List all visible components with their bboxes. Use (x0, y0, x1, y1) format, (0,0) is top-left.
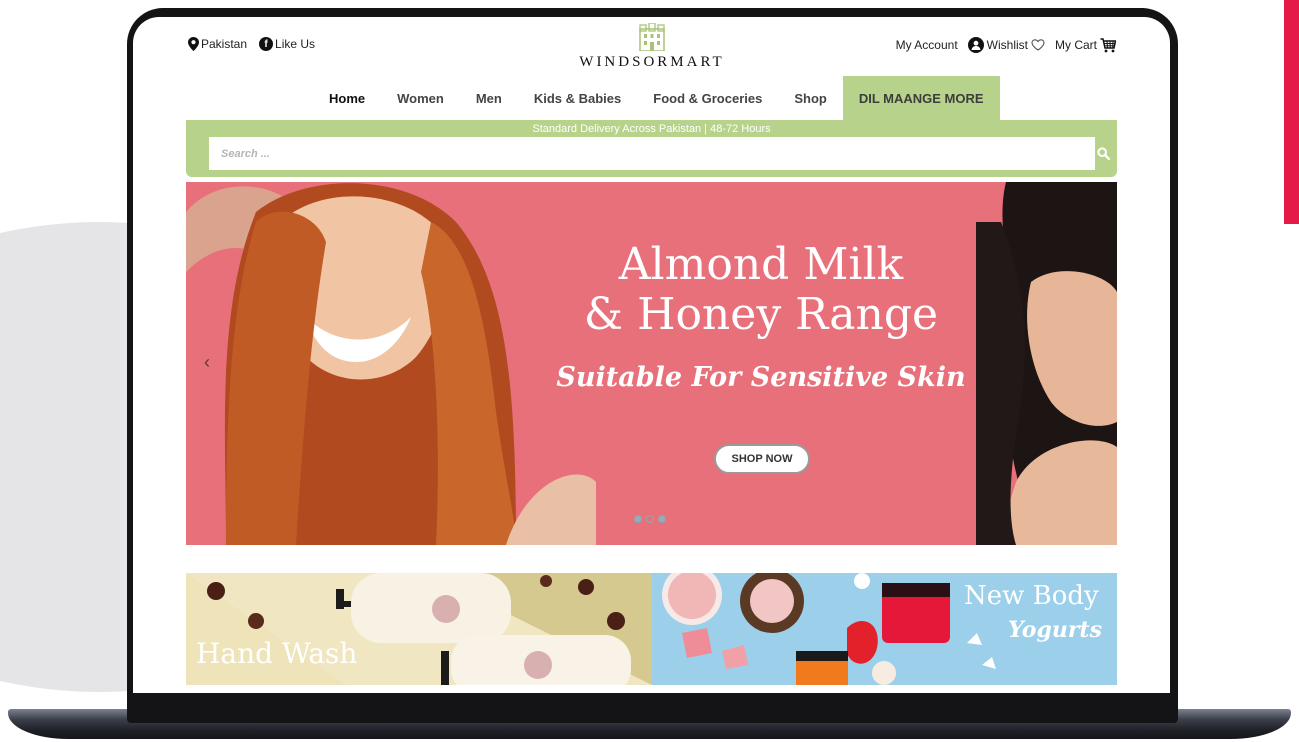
nav-item-home[interactable]: Home (313, 76, 381, 120)
hero-carousel[interactable]: ‹ Almond Milk & Honey Range Suitable For… (186, 182, 1117, 545)
topbar-left: Pakistan f Like Us (188, 37, 315, 51)
nav-item-dil-maange-more[interactable]: DIL MAANGE MORE (842, 76, 1000, 120)
nav-item-kids-babies[interactable]: Kids & Babies (518, 76, 637, 120)
body-yogurt-title: New Body (964, 581, 1099, 611)
search-input[interactable] (209, 137, 1095, 170)
user-icon (967, 37, 984, 53)
promo-body-yogurts[interactable]: New Body Yogurts (652, 573, 1117, 685)
hand-wash-label: Hand Wash (196, 637, 358, 670)
page-canvas: Pakistan f Like Us WINDSORMART My Accoun… (0, 0, 1299, 742)
hero-subtitle: Suitable For Sensitive Skin (556, 362, 966, 393)
site-logo[interactable]: WINDSORMART (562, 23, 742, 71)
carousel-dot-2[interactable] (646, 515, 654, 523)
facebook-icon: f (259, 37, 274, 51)
map-pin-icon (188, 37, 199, 51)
cart-label: My Cart (1055, 38, 1097, 52)
body-yogurt-subtitle: Yogurts (1008, 617, 1102, 643)
wishlist-link[interactable]: Wishlist (967, 37, 1045, 53)
cart-link[interactable]: My Cart (1055, 37, 1116, 53)
carousel-dots (634, 515, 666, 523)
search-band: Standard Delivery Across Pakistan | 48-7… (186, 120, 1117, 177)
like-us-label: Like Us (275, 37, 316, 51)
wishlist-label: Wishlist (986, 38, 1028, 52)
search-icon[interactable] (1097, 147, 1110, 160)
shop-now-button[interactable]: SHOP NOW (714, 444, 810, 474)
castle-logo-icon (639, 23, 665, 51)
delivery-banner: Standard Delivery Across Pakistan | 48-7… (532, 123, 771, 135)
hero-model-image-left (186, 182, 596, 545)
laptop-screen: Pakistan f Like Us WINDSORMART My Accoun… (133, 17, 1170, 693)
hero-title-line-1: Almond Milk (618, 239, 904, 290)
cart-icon (1100, 37, 1116, 52)
logo-wordmark: WINDSORMART (579, 54, 725, 70)
carousel-dot-1[interactable] (634, 515, 642, 523)
nav-item-shop[interactable]: Shop (778, 76, 843, 120)
location-link[interactable]: Pakistan (188, 37, 247, 51)
heart-icon (1031, 39, 1045, 51)
nav-item-women[interactable]: Women (381, 76, 460, 120)
promo-hand-wash[interactable]: Hand Wash (186, 573, 652, 685)
hero-title: Almond Milk & Honey Range (546, 240, 976, 340)
facebook-like-link[interactable]: f Like Us (259, 37, 315, 51)
nav-item-food-groceries[interactable]: Food & Groceries (637, 76, 778, 120)
decorative-red-bar (1284, 0, 1299, 224)
topbar-right: My Account Wishlist My Cart (896, 37, 1116, 53)
location-label: Pakistan (201, 37, 248, 51)
hero-model-image-right (976, 182, 1117, 545)
main-nav: Home Women Men Kids & Babies Food & Groc… (313, 76, 1000, 120)
hero-title-line-2: & Honey Range (583, 289, 939, 340)
my-account-link[interactable]: My Account (896, 38, 958, 52)
nav-item-men[interactable]: Men (460, 76, 518, 120)
carousel-dot-3[interactable] (658, 515, 666, 523)
carousel-prev-arrow[interactable]: ‹ (204, 352, 210, 373)
